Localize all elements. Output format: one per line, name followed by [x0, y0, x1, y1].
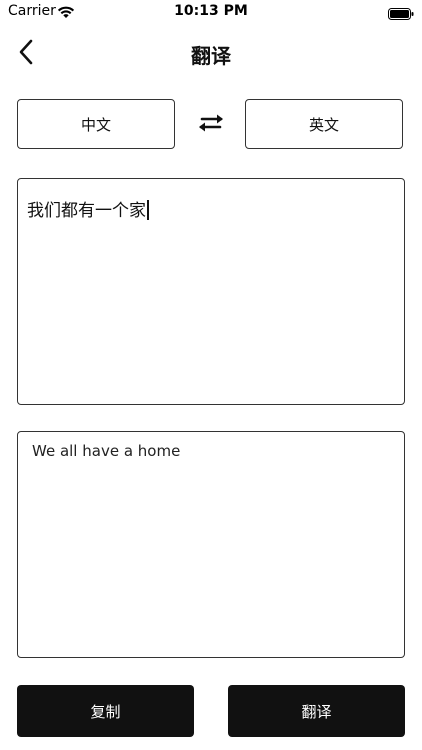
copy-button[interactable]: 复制 — [17, 685, 194, 737]
text-caret — [147, 200, 149, 220]
source-language-button[interactable]: 中文 — [17, 99, 175, 149]
source-text-value: 我们都有一个家 — [27, 196, 149, 221]
translate-button[interactable]: 翻译 — [228, 685, 405, 737]
target-language-button[interactable]: 英文 — [245, 99, 403, 149]
page-title: 翻译 — [191, 44, 231, 68]
battery-icon — [388, 5, 414, 20]
target-language-label: 英文 — [308, 115, 339, 134]
swap-languages-button[interactable] — [193, 110, 229, 140]
source-text-content: 我们都有一个家 — [27, 201, 146, 221]
status-time: 10:13 PM — [174, 3, 248, 19]
source-language-label: 中文 — [80, 115, 111, 134]
translation-output-text: We all have a home — [32, 442, 181, 460]
swap-arrows-icon — [197, 112, 225, 138]
source-text-input[interactable]: 我们都有一个家 — [17, 178, 405, 405]
translation-output[interactable]: We all have a home — [17, 431, 405, 658]
status-bar: Carrier 10:13 PM — [0, 0, 422, 24]
